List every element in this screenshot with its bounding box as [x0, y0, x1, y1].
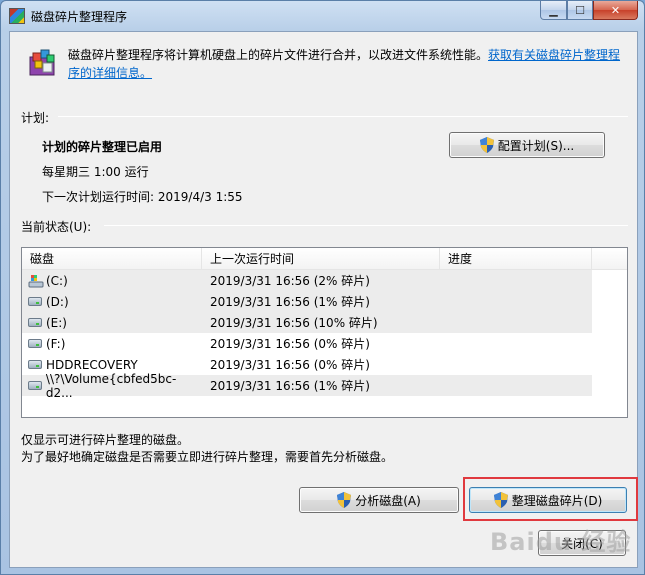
drive-icon	[28, 318, 42, 327]
disk-last-run: 2019/3/31 16:56 (0% 碎片)	[210, 358, 370, 372]
schedule-divider	[58, 116, 628, 117]
close-button-label: 关闭(C)	[561, 536, 603, 551]
drive-icon	[28, 339, 42, 348]
disk-name: (C:)	[46, 273, 68, 288]
disk-last-run: 2019/3/31 16:56 (1% 碎片)	[210, 379, 370, 393]
dialog-body: 磁盘碎片整理程序将计算机硬盘上的碎片文件进行合并，以改进文件系统性能。获取有关磁…	[9, 31, 638, 568]
disk-row-c[interactable]: (C:) 2019/3/31 16:56 (2% 碎片)	[22, 270, 627, 291]
disk-row-volume[interactable]: \\?\Volume{cbfed5bc-d2... 2019/3/31 16:5…	[22, 372, 627, 400]
disk-last-run: 2019/3/31 16:56 (10% 碎片)	[210, 316, 378, 330]
schedule-next-run: 下一次计划运行时间: 2019/4/3 1:55	[42, 190, 243, 204]
drive-icon	[28, 360, 42, 369]
disk-name: (D:)	[46, 294, 69, 309]
minimize-button[interactable]: ▁	[540, 1, 567, 20]
note-line-2: 为了最好地确定磁盘是否需要立即进行碎片整理，需要首先分析磁盘。	[21, 450, 394, 464]
analyze-disk-label: 分析磁盘(A)	[355, 493, 421, 508]
maximize-icon: ☐	[575, 3, 585, 17]
analyze-disk-button[interactable]: 分析磁盘(A)	[299, 487, 459, 513]
column-header-spacer	[592, 248, 627, 270]
maximize-button[interactable]: ☐	[567, 1, 593, 20]
defragment-disk-label: 整理磁盘碎片(D)	[511, 493, 603, 508]
defragment-disk-button[interactable]: 整理磁盘碎片(D)	[469, 487, 627, 513]
schedule-frequency: 每星期三 1:00 运行	[42, 165, 149, 179]
intro-text-block: 磁盘碎片整理程序将计算机硬盘上的碎片文件进行合并，以改进文件系统性能。获取有关磁…	[68, 46, 628, 82]
disk-row-f[interactable]: (F:) 2019/3/31 16:56 (0% 碎片)	[22, 333, 627, 354]
intro-text: 磁盘碎片整理程序将计算机硬盘上的碎片文件进行合并，以改进文件系统性能。	[68, 48, 489, 62]
column-header-disk[interactable]: 磁盘	[22, 248, 202, 270]
disk-row-e[interactable]: (E:) 2019/3/31 16:56 (10% 碎片)	[22, 312, 627, 333]
disk-last-run: 2019/3/31 16:56 (1% 碎片)	[210, 295, 370, 309]
disk-row-d[interactable]: (D:) 2019/3/31 16:56 (1% 碎片)	[22, 291, 627, 312]
disk-list[interactable]: 磁盘 上一次运行时间 进度 (C:) 2019/3/31 16:56 (2% 碎…	[21, 247, 628, 418]
disk-last-run: 2019/3/31 16:56 (0% 碎片)	[210, 337, 370, 351]
system-drive-icon	[28, 274, 44, 287]
schedule-label: 计划:	[21, 111, 50, 125]
current-status-label: 当前状态(U):	[21, 220, 92, 234]
title-bar[interactable]: 磁盘碎片整理程序 ▁ ☐ ✕	[1, 1, 644, 31]
configure-schedule-button[interactable]: 配置计划(S)...	[449, 132, 605, 158]
status-divider	[104, 225, 628, 226]
defrag-icon	[29, 49, 55, 76]
close-icon: ✕	[610, 3, 621, 17]
column-header-progress[interactable]: 进度	[440, 248, 592, 270]
window-title: 磁盘碎片整理程序	[31, 10, 128, 24]
minimize-icon: ▁	[549, 3, 558, 17]
disk-name: HDDRECOVERY	[46, 357, 138, 372]
defrag-app-icon	[9, 8, 25, 24]
configure-schedule-label: 配置计划(S)...	[497, 138, 575, 153]
uac-shield-icon	[493, 492, 508, 508]
close-window-button[interactable]: ✕	[593, 1, 638, 20]
defrag-window: 磁盘碎片整理程序 ▁ ☐ ✕ 磁盘碎片整理程序将计算机硬盘上的碎片文件进行合并，…	[0, 0, 645, 575]
disk-last-run: 2019/3/31 16:56 (2% 碎片)	[210, 274, 370, 288]
uac-shield-icon	[479, 137, 494, 153]
disk-name: (F:)	[46, 336, 66, 351]
schedule-status: 计划的碎片整理已启用	[42, 140, 163, 154]
disk-list-header: 磁盘 上一次运行时间 进度	[22, 248, 627, 270]
drive-icon	[28, 297, 42, 306]
note-line-1: 仅显示可进行碎片整理的磁盘。	[21, 433, 190, 447]
disk-name: (E:)	[46, 315, 67, 330]
drive-icon	[28, 381, 42, 390]
column-header-last-run[interactable]: 上一次运行时间	[202, 248, 440, 270]
disk-name: \\?\Volume{cbfed5bc-d2...	[45, 371, 177, 400]
close-button[interactable]: 关闭(C)	[538, 530, 626, 556]
uac-shield-icon	[337, 492, 352, 508]
